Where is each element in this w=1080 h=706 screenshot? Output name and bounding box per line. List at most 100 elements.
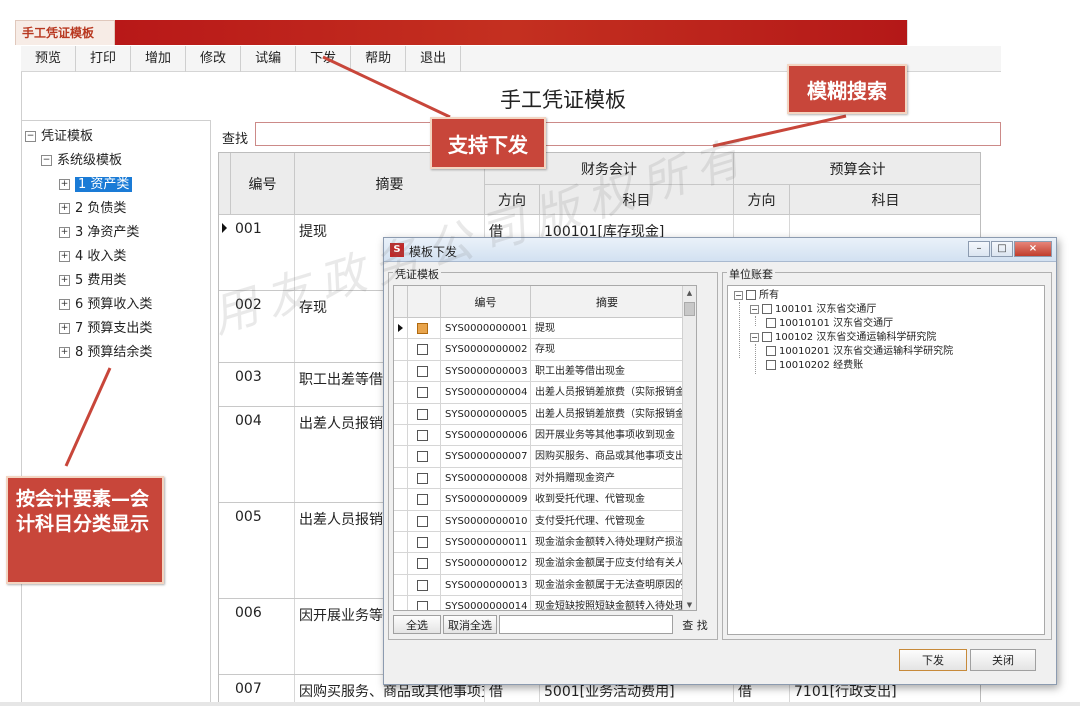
template-row[interactable]: SYS0000000007 因购买服务、商品或其他事项支出现 [394,446,696,468]
account-checkbox[interactable] [762,332,772,342]
collapse-icon[interactable]: − [41,155,52,166]
template-checkbox[interactable] [417,558,428,570]
template-checkbox[interactable] [417,451,428,463]
template-row[interactable]: SYS0000000002 存现 [394,339,696,361]
find-button[interactable]: 查 找 [675,615,715,634]
modify-button[interactable]: 修改 [186,45,242,72]
template-checkbox[interactable] [417,323,428,334]
account-checkbox[interactable] [766,360,776,370]
template-checkbox[interactable] [417,344,428,356]
template-row[interactable]: SYS0000000006 因开展业务等其他事项收到现金 [394,425,696,447]
header-finance-subject[interactable]: 科目 [540,185,734,215]
template-row[interactable]: SYS0000000010 支付受托代理、代管现金 [394,510,696,532]
select-all-button[interactable]: 全选 [393,615,441,634]
tree-node-income[interactable]: +4 收入类 [21,245,210,269]
template-row[interactable]: SYS0000000004 出差人员报销差旅费（实际报销金额 [394,382,696,404]
header-template-summary[interactable]: 摘要 [531,286,684,318]
expand-icon[interactable]: + [59,347,70,358]
template-checkbox[interactable] [417,494,428,506]
template-code: SYS0000000014 [441,596,531,610]
expand-icon[interactable]: + [59,179,70,190]
tree-node-budget-surplus[interactable]: +8 预算结余类 [21,341,210,365]
header-budget-direction[interactable]: 方向 [734,185,790,215]
account-node[interactable]: 10010201 汉东省交通运输科学研究院 [766,345,953,359]
account-checkbox[interactable] [766,318,776,328]
template-row[interactable]: SYS0000000011 现金溢余金额转入待处理财产损溢 [394,532,696,554]
scroll-down-icon[interactable]: ▼ [683,598,696,610]
trial-button[interactable]: 试编 [241,45,297,72]
account-node[interactable]: −100102 汉东省交通运输科学研究院 [750,331,936,345]
expand-icon[interactable]: + [59,203,70,214]
template-find-input[interactable] [499,615,673,634]
issue-confirm-button[interactable]: 下发 [899,649,967,671]
header-budget-subject[interactable]: 科目 [790,185,980,215]
template-row[interactable]: SYS0000000001 提现 [394,318,696,340]
tree-node-expenses[interactable]: +5 费用类 [21,269,210,293]
add-button[interactable]: 增加 [131,45,187,72]
close-dialog-button[interactable]: 关闭 [970,649,1036,671]
tree-node-budget-income[interactable]: +6 预算收入类 [21,293,210,317]
template-row[interactable]: SYS0000000008 对外捐赠现金资产 [394,467,696,490]
preview-button[interactable]: 预览 [21,45,77,72]
issue-button[interactable]: 下发 [296,45,352,72]
app-title-tab[interactable]: 手工凭证模板 [15,20,115,45]
template-checkbox[interactable] [417,365,428,377]
account-node[interactable]: 10010202 经费账 [766,359,863,373]
template-row[interactable]: SYS0000000005 出差人员报销差旅费（实际报销金额 [394,403,696,425]
template-checkbox[interactable] [417,472,428,484]
dialog-title-bar[interactable]: S 模板下发 – □ × [384,238,1056,262]
account-node[interactable]: −100101 汉东省交通厅 [750,303,876,317]
collapse-icon[interactable]: − [750,332,759,342]
help-button[interactable]: 帮助 [351,45,407,72]
account-node-all[interactable]: − 所有 [734,289,779,303]
template-checkbox[interactable] [417,537,428,548]
template-checkbox[interactable] [417,387,428,399]
tree-node-budget-expense[interactable]: +7 预算支出类 [21,317,210,341]
template-checkbox[interactable] [417,430,428,441]
account-checkbox[interactable] [746,290,756,300]
tree-node-assets[interactable]: +1 资产类 [21,173,210,197]
maximize-icon[interactable]: □ [991,241,1013,257]
print-button[interactable]: 打印 [76,45,132,72]
deselect-all-button[interactable]: 取消全选 [443,615,497,634]
close-icon[interactable]: × [1014,241,1052,257]
header-template-code[interactable]: 编号 [441,286,531,318]
tree-node-system[interactable]: − 系统级模板 [21,149,210,173]
tree-node-liabilities[interactable]: +2 负债类 [21,197,210,221]
header-finance-direction[interactable]: 方向 [485,185,540,215]
template-row[interactable]: SYS0000000012 现金溢余金额属于应支付给有关人员 [394,553,696,575]
minimize-icon[interactable]: – [968,241,990,257]
header-check[interactable] [408,286,441,318]
template-summary: 收到受托代理、代管现金 [531,489,684,510]
template-checkbox[interactable] [417,579,428,591]
expand-icon[interactable]: + [59,275,70,286]
scroll-up-icon[interactable]: ▲ [683,286,696,300]
template-list-scrollbar[interactable]: ▲ ▼ [682,286,696,610]
issue-template-dialog: S 模板下发 – □ × 凭证模板 编号 摘要 SYS0000000001 提现 S… [383,237,1057,685]
expand-icon[interactable]: + [59,251,70,262]
template-summary: 现金短缺按照短缺金额转入待处理财 [531,596,684,610]
template-row[interactable]: SYS0000000014 现金短缺按照短缺金额转入待处理财 [394,596,696,610]
template-checkbox[interactable] [417,601,428,610]
collapse-icon[interactable]: − [25,131,36,142]
tree-node-root[interactable]: − 凭证模板 [21,125,210,149]
template-checkbox[interactable] [417,515,428,527]
template-summary: 出差人员报销差旅费（实际报销金额 [531,403,684,424]
tree-node-net-assets[interactable]: +3 净资产类 [21,221,210,245]
exit-button[interactable]: 退出 [406,45,462,72]
expand-icon[interactable]: + [59,227,70,238]
expand-icon[interactable]: + [59,323,70,334]
collapse-icon[interactable]: − [734,290,743,300]
template-checkbox[interactable] [417,408,428,420]
scroll-thumb[interactable] [684,302,695,316]
account-checkbox[interactable] [762,304,772,314]
template-row[interactable]: SYS0000000003 职工出差等借出现金 [394,360,696,383]
expand-icon[interactable]: + [59,299,70,310]
template-row[interactable]: SYS0000000013 现金溢余金额属于无法查明原因的部 [394,574,696,597]
header-code[interactable]: 编号 [231,153,295,215]
collapse-icon[interactable]: − [750,304,759,314]
search-input[interactable] [255,122,1001,146]
template-row[interactable]: SYS0000000009 收到受托代理、代管现金 [394,489,696,511]
account-checkbox[interactable] [766,346,776,356]
account-node[interactable]: 10010101 汉东省交通厅 [766,317,893,331]
